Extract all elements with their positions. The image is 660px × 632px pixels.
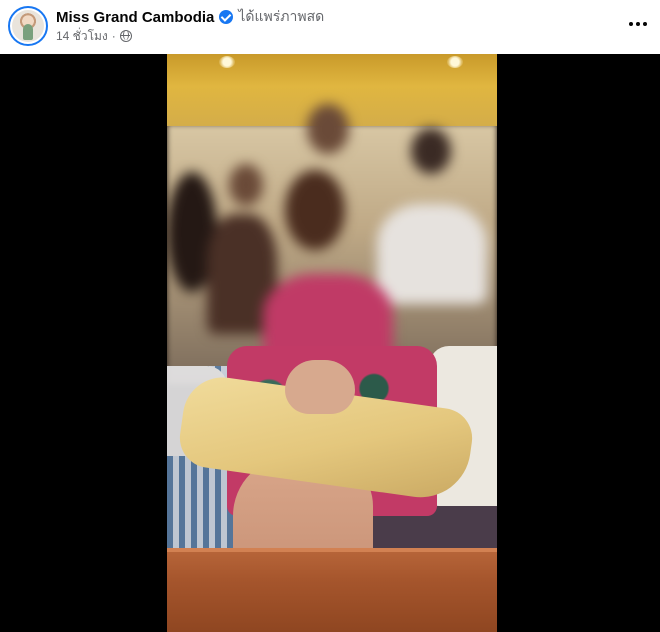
more-options-icon: [629, 22, 647, 26]
table: [167, 548, 497, 632]
name-row: Miss Grand Cambodia ได้แพร่ภาพสด: [56, 7, 324, 27]
meta-separator: ·: [111, 29, 116, 43]
avatar-figure: [23, 24, 33, 40]
page-avatar[interactable]: [8, 6, 48, 46]
hands: [285, 360, 355, 414]
person-head: [307, 104, 349, 154]
ceiling-light: [447, 56, 463, 68]
person-head: [285, 170, 345, 250]
person-body: [377, 204, 487, 304]
verified-badge-icon: [219, 10, 234, 24]
table-edge: [167, 548, 497, 552]
ceiling-light: [219, 56, 235, 68]
live-video[interactable]: [167, 54, 497, 632]
live-status-text: ได้แพร่ภาพสด: [238, 8, 325, 24]
video-lower-scene: [167, 346, 497, 632]
globe-icon[interactable]: [119, 30, 132, 42]
person-head: [229, 164, 263, 206]
post-meta: 14 ชั่วโมง ·: [56, 28, 132, 44]
person-head: [411, 128, 451, 174]
post-time[interactable]: 14 ชั่วโมง: [56, 27, 108, 46]
video-area: [0, 54, 660, 632]
facebook-post: Miss Grand Cambodia ได้แพร่ภาพสด 14 ชั่ว…: [0, 0, 660, 632]
more-options-button[interactable]: [622, 8, 654, 40]
page-name[interactable]: Miss Grand Cambodia: [56, 9, 214, 26]
post-header: Miss Grand Cambodia ได้แพร่ภาพสด 14 ชั่ว…: [0, 0, 660, 54]
